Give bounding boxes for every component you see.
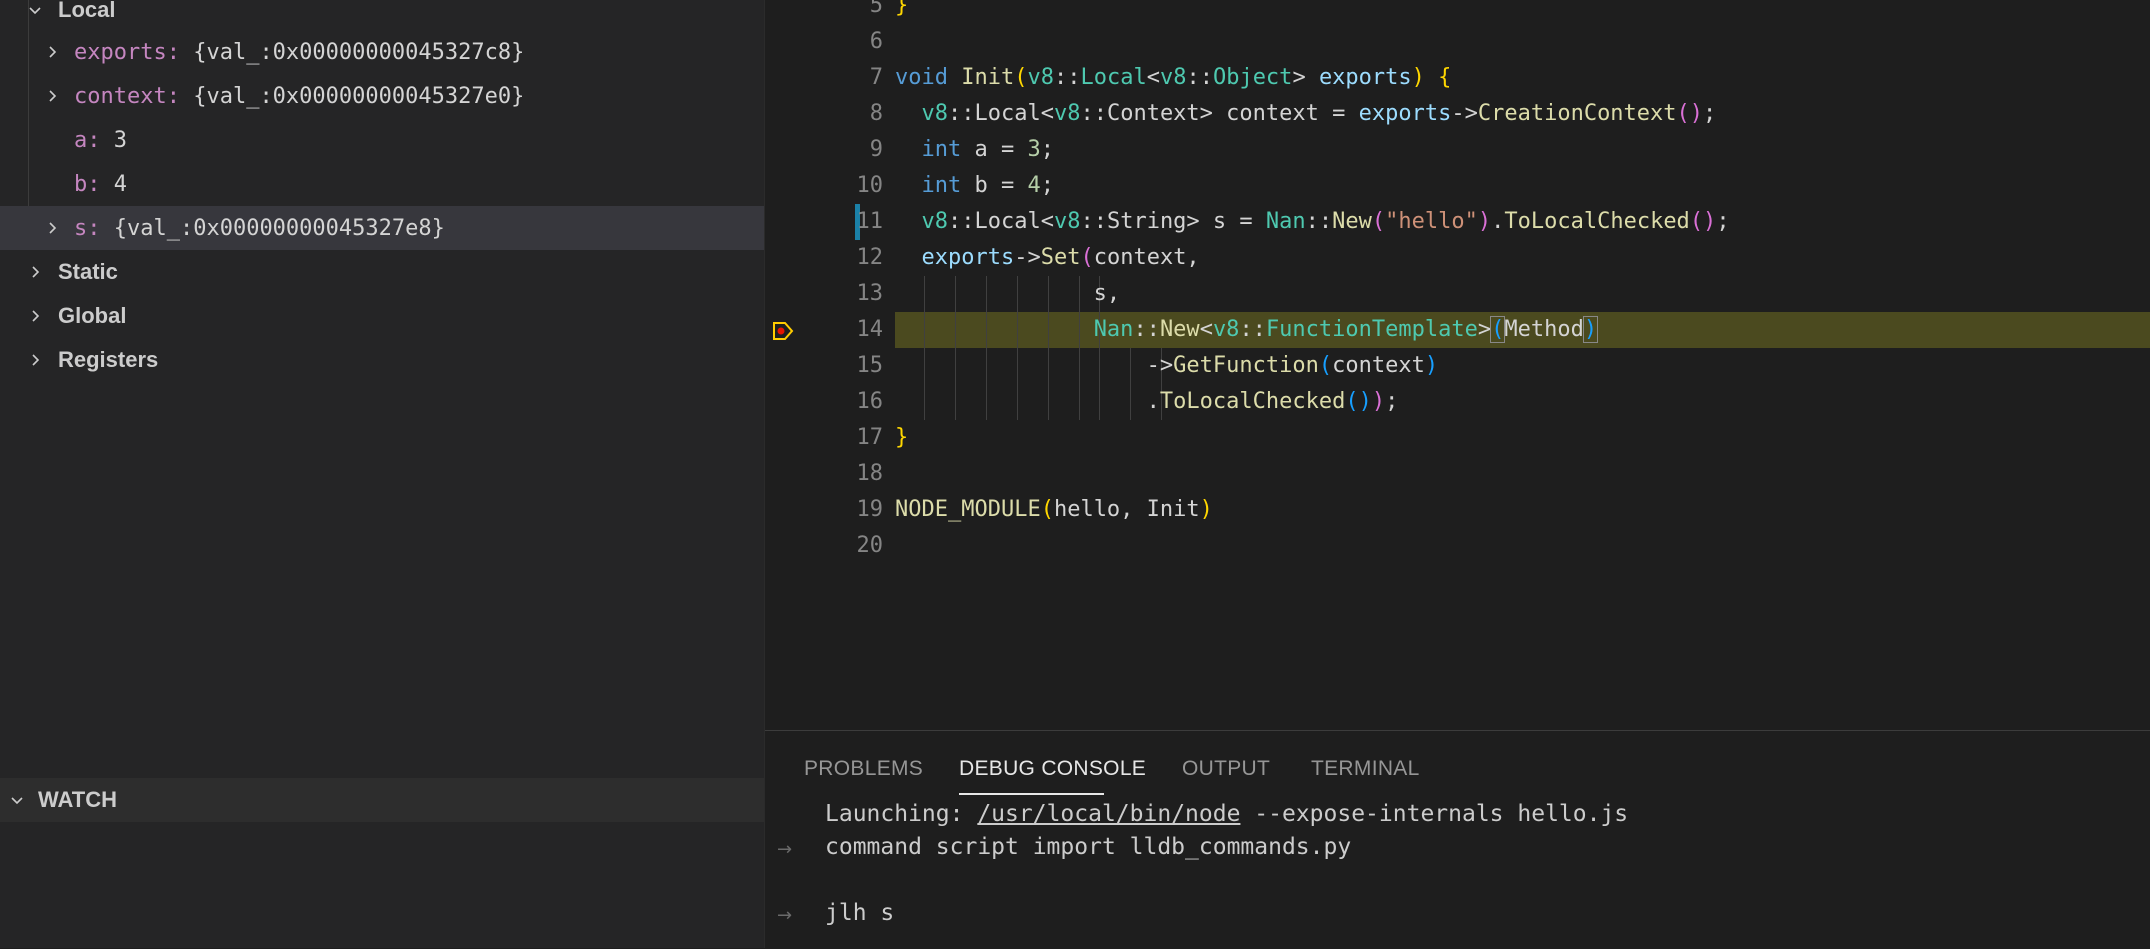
code-line: 12 exports->Set(context, bbox=[765, 240, 2150, 276]
line-number: 15 bbox=[856, 353, 884, 378]
scope-label: Registers bbox=[58, 347, 159, 372]
scope-label: Static bbox=[58, 259, 118, 284]
scope-static[interactable]: Static bbox=[0, 250, 764, 294]
watch-label: WATCH bbox=[38, 787, 118, 812]
bottom-panel: PROBLEMS DEBUG CONSOLE OUTPUT TERMINAL L… bbox=[765, 730, 2150, 949]
code-text: NODE_MODULE(hello, Init) bbox=[895, 497, 1213, 522]
tab-output[interactable]: OUTPUT bbox=[1182, 757, 1270, 781]
line-number: 16 bbox=[856, 389, 884, 414]
console-input-line: jlh s bbox=[825, 900, 895, 926]
code-line: 11 v8::Local<v8::String> s = Nan::New("h… bbox=[765, 204, 2150, 240]
chevron-right-icon bbox=[24, 305, 46, 327]
scope-local-label: Local bbox=[58, 0, 116, 22]
line-number: 6 bbox=[869, 29, 883, 54]
line-number: 7 bbox=[869, 65, 883, 90]
code-text: v8::Local<v8::Context> context = exports… bbox=[921, 101, 1717, 126]
line-number: 19 bbox=[856, 497, 884, 522]
line-number: 14 bbox=[856, 317, 884, 342]
scope-registers[interactable]: Registers bbox=[0, 338, 764, 382]
chevron-down-icon bbox=[6, 789, 28, 811]
code-line: 18 bbox=[765, 456, 2150, 492]
code-line: 5 } bbox=[765, 0, 2150, 24]
launch-path-link[interactable]: /usr/local/bin/node bbox=[977, 801, 1240, 827]
variable-exports[interactable]: exports: {val_:0x00000000045327c8} bbox=[0, 30, 764, 74]
variable-a[interactable]: a: 3 bbox=[0, 118, 764, 162]
code-line: 10 int b = 4; bbox=[765, 168, 2150, 204]
variable-value: 3 bbox=[100, 127, 127, 153]
variable-context[interactable]: context: {val_:0x00000000045327e0} bbox=[0, 74, 764, 118]
code-text: ->GetFunction(context) bbox=[895, 353, 1439, 378]
tab-terminal[interactable]: TERMINAL bbox=[1311, 757, 1420, 781]
watch-section-header[interactable]: WATCH bbox=[0, 778, 764, 822]
tab-problems[interactable]: PROBLEMS bbox=[804, 757, 923, 781]
code-line: 16 .ToLocalChecked()); bbox=[765, 384, 2150, 420]
variable-name: context: bbox=[74, 83, 180, 109]
code-line: 19 NODE_MODULE(hello, Init) bbox=[765, 492, 2150, 528]
scope-local[interactable]: Local bbox=[0, 0, 764, 32]
variable-name: a: bbox=[74, 127, 101, 153]
chevron-right-icon bbox=[24, 261, 46, 283]
line-number: 18 bbox=[856, 461, 884, 486]
code-line-current: 14 Nan::New<v8::FunctionTemplate>(Method… bbox=[765, 312, 2150, 348]
console-input-line: command script import lldb_commands.py bbox=[825, 834, 1352, 860]
variable-s[interactable]: s: {val_:0x00000000045327e8} bbox=[0, 206, 764, 250]
line-number: 8 bbox=[869, 101, 883, 126]
scope-global[interactable]: Global bbox=[0, 294, 764, 338]
chevron-right-icon bbox=[41, 85, 63, 107]
code-text: s, bbox=[895, 281, 1121, 306]
line-number: 12 bbox=[856, 245, 884, 270]
line-number: 10 bbox=[856, 173, 884, 198]
launch-prefix: Launching: bbox=[825, 801, 978, 827]
code-text: } bbox=[895, 425, 909, 450]
code-text: int a = 3; bbox=[921, 137, 1054, 162]
active-tab-indicator bbox=[959, 793, 1104, 795]
chevron-right-icon bbox=[24, 349, 46, 371]
code-text: Nan::New<v8::FunctionTemplate>(Method) bbox=[1093, 316, 1599, 343]
variable-name: s: bbox=[74, 215, 101, 241]
code-line: 7 void Init(v8::Local<v8::Object> export… bbox=[765, 60, 2150, 96]
variable-value: {val_:0x00000000045327c8} bbox=[179, 39, 525, 65]
code-editor[interactable]: 5 } 6 7 void Init(v8::Local<v8::Object> … bbox=[765, 0, 2150, 730]
variables-sidebar: Local exports: {val_:0x00000000045327c8}… bbox=[0, 0, 764, 948]
chevron-right-icon bbox=[41, 217, 63, 239]
variable-name: exports: bbox=[74, 39, 180, 65]
launch-args: --expose-internals hello.js bbox=[1240, 801, 1629, 827]
variable-value: {val_:0x00000000045327e0} bbox=[179, 83, 525, 109]
line-number: 9 bbox=[869, 137, 883, 162]
code-text: exports->Set(context, bbox=[921, 245, 1200, 270]
code-text: v8::Local<v8::String> s = Nan::New("hell… bbox=[921, 209, 1730, 234]
variable-value: 4 bbox=[100, 171, 127, 197]
chevron-right-icon bbox=[41, 41, 63, 63]
input-arrow-icon: → bbox=[777, 905, 793, 926]
line-number: 17 bbox=[856, 425, 884, 450]
code-text: .ToLocalChecked()); bbox=[895, 389, 1399, 414]
scope-label: Global bbox=[58, 303, 127, 328]
code-text: int b = 4; bbox=[921, 173, 1054, 198]
code-line: 17 } bbox=[765, 420, 2150, 456]
variable-value: {val_:0x00000000045327e8} bbox=[100, 215, 445, 241]
code-line: 6 bbox=[765, 24, 2150, 60]
variable-name: b: bbox=[74, 171, 101, 197]
input-arrow-icon: → bbox=[777, 839, 793, 860]
console-output-launch: Launching: /usr/local/bin/node --expose-… bbox=[825, 801, 1628, 827]
line-number: 11 bbox=[856, 209, 884, 234]
code-text: void Init(v8::Local<v8::Object> exports)… bbox=[895, 65, 1452, 90]
code-line: 20 bbox=[765, 528, 2150, 564]
variable-b[interactable]: b: 4 bbox=[0, 162, 764, 206]
line-number: 20 bbox=[856, 533, 884, 558]
line-number: 5 bbox=[869, 0, 883, 18]
code-line: 13 s, bbox=[765, 276, 2150, 312]
code-text: } bbox=[895, 0, 909, 18]
code-line: 8 v8::Local<v8::Context> context = expor… bbox=[765, 96, 2150, 132]
code-line: 15 ->GetFunction(context) bbox=[765, 348, 2150, 384]
line-number: 13 bbox=[856, 281, 884, 306]
code-line: 9 int a = 3; bbox=[765, 132, 2150, 168]
tab-debug-console[interactable]: DEBUG CONSOLE bbox=[959, 757, 1146, 781]
